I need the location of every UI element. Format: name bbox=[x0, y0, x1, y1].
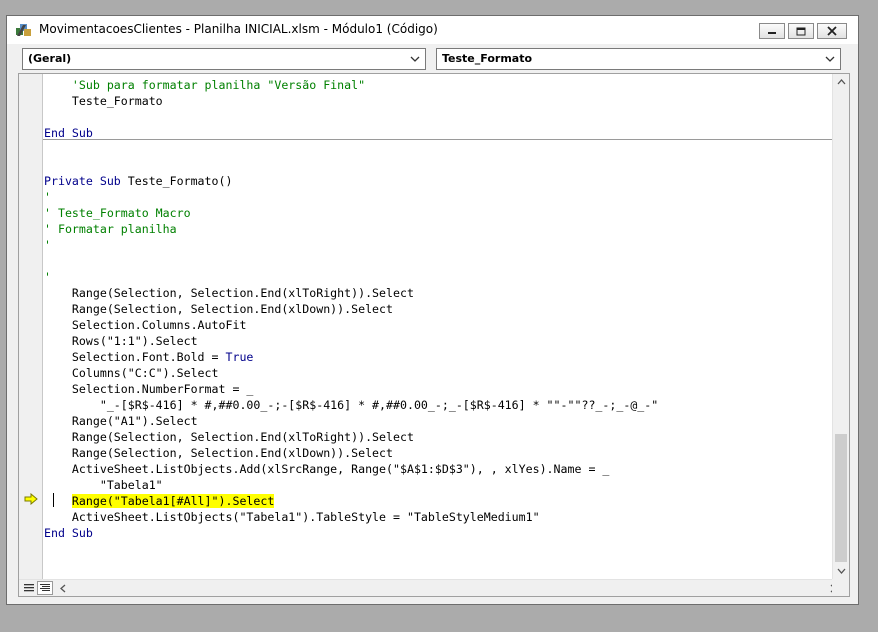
comment-token: ' bbox=[44, 270, 51, 284]
comment-token: 'Sub para formatar planilha "Versão Fina… bbox=[71, 78, 366, 92]
code-token: Selection.Columns.AutoFit bbox=[44, 318, 247, 332]
highlighted-statement: Range("Tabela1[#All]").Select bbox=[71, 494, 275, 508]
code-line[interactable]: ' Formatar planilha bbox=[44, 221, 177, 237]
comment-token: ' bbox=[44, 190, 51, 204]
vba-module-icon bbox=[16, 24, 31, 36]
horizontal-scroll-track[interactable] bbox=[74, 583, 804, 592]
chevron-down-icon[interactable] bbox=[822, 51, 838, 67]
minimize-icon bbox=[768, 32, 776, 34]
code-line[interactable]: ActiveSheet.ListObjects.Add(xlSrcRange, … bbox=[44, 461, 609, 477]
code-token: "_-[$R$-416] * #,##0.00_-;-[$R$-416] * #… bbox=[44, 398, 659, 412]
code-line[interactable]: Selection.NumberFormat = _ bbox=[44, 381, 254, 397]
code-line[interactable]: ActiveSheet.ListObjects("Tabela1").Table… bbox=[44, 509, 540, 525]
window-title: MovimentacoesClientes - Planilha INICIAL… bbox=[39, 22, 438, 36]
code-line[interactable]: "_-[$R$-416] * #,##0.00_-;-[$R$-416] * #… bbox=[44, 397, 658, 413]
scroll-down-icon[interactable] bbox=[833, 563, 849, 579]
text-caret bbox=[53, 493, 54, 507]
code-line[interactable]: ' bbox=[44, 237, 51, 253]
code-token: Rows("1:1").Select bbox=[44, 334, 198, 348]
keyword-token: End Sub bbox=[44, 526, 93, 540]
code-token: Teste_Formato bbox=[44, 94, 163, 108]
procedure-view-icon[interactable] bbox=[21, 581, 37, 595]
code-line[interactable]: Range(Selection, Selection.End(xlToRight… bbox=[44, 285, 414, 301]
procedure-combo[interactable]: Teste_Formato bbox=[436, 48, 841, 70]
comment-token: ' bbox=[44, 238, 51, 252]
comment-token: ' Teste_Formato Macro bbox=[44, 206, 191, 220]
code-line[interactable]: 'Sub para formatar planilha "Versão Fina… bbox=[44, 77, 365, 93]
code-line[interactable]: Range(Selection, Selection.End(xlDown)).… bbox=[44, 445, 393, 461]
code-token: Range(Selection, Selection.End(xlToRight… bbox=[44, 286, 414, 300]
keyword-token: End Sub bbox=[44, 126, 93, 140]
code-token: Range(Selection, Selection.End(xlDown)).… bbox=[44, 302, 394, 316]
code-line[interactable]: Teste_Formato bbox=[44, 93, 163, 109]
scrollbar-corner bbox=[832, 579, 849, 596]
code-line[interactable]: ' bbox=[44, 269, 51, 285]
maximize-button[interactable] bbox=[788, 23, 814, 39]
full-module-view-icon[interactable] bbox=[37, 581, 53, 595]
code-token: Teste_Formato() bbox=[120, 174, 233, 188]
comment-token: ' Formatar planilha bbox=[44, 222, 177, 236]
code-token: ActiveSheet.ListObjects.Add(xlSrcRange, … bbox=[44, 462, 610, 476]
procedure-separator bbox=[43, 139, 832, 140]
vba-code-window: MovimentacoesClientes - Planilha INICIAL… bbox=[6, 15, 859, 605]
code-token: Columns("C:C").Select bbox=[44, 366, 219, 380]
title-bar[interactable]: MovimentacoesClientes - Planilha INICIAL… bbox=[7, 16, 858, 44]
object-combo-value: (Geral) bbox=[28, 52, 72, 65]
scroll-up-icon[interactable] bbox=[833, 74, 849, 90]
vertical-scroll-thumb[interactable] bbox=[835, 434, 847, 562]
code-text-area[interactable]: 'Sub para formatar planilha "Versão Fina… bbox=[44, 74, 834, 579]
code-line[interactable]: ' Teste_Formato Macro bbox=[44, 205, 191, 221]
code-line[interactable]: Range(Selection, Selection.End(xlDown)).… bbox=[44, 301, 393, 317]
code-line[interactable]: Columns("C:C").Select bbox=[44, 365, 219, 381]
horizontal-scrollbar[interactable] bbox=[19, 579, 849, 596]
code-line[interactable]: End Sub bbox=[44, 525, 93, 541]
close-icon bbox=[827, 26, 837, 36]
minimize-button[interactable] bbox=[759, 23, 785, 39]
code-line[interactable]: Range(Selection, Selection.End(xlToRight… bbox=[44, 429, 414, 445]
scroll-left-icon[interactable] bbox=[55, 581, 71, 595]
code-line[interactable]: "Tabela1" bbox=[44, 477, 163, 493]
code-line[interactable]: ' bbox=[44, 189, 51, 205]
code-token: Selection.NumberFormat = _ bbox=[44, 382, 254, 396]
chevron-down-icon[interactable] bbox=[407, 51, 423, 67]
code-line[interactable]: Selection.Columns.AutoFit bbox=[44, 317, 247, 333]
keyword-token: True bbox=[225, 350, 254, 364]
code-token: "Tabela1" bbox=[44, 478, 163, 492]
close-button[interactable] bbox=[817, 23, 847, 39]
code-line[interactable]: Private Sub Teste_Formato() bbox=[44, 173, 232, 189]
maximize-icon bbox=[796, 27, 806, 35]
code-token: ActiveSheet.ListObjects("Tabela1").Table… bbox=[44, 510, 540, 524]
object-combo[interactable]: (Geral) bbox=[22, 48, 426, 70]
code-line[interactable]: Range("A1").Select bbox=[44, 413, 198, 429]
procedure-combo-value: Teste_Formato bbox=[442, 52, 533, 65]
execution-point-arrow-icon bbox=[24, 493, 38, 505]
code-line[interactable]: Range("Tabela1[#All]").Select bbox=[44, 493, 275, 509]
code-token: Range(Selection, Selection.End(xlDown)).… bbox=[44, 446, 394, 460]
code-editor[interactable]: 'Sub para formatar planilha "Versão Fina… bbox=[18, 73, 850, 597]
vertical-scrollbar[interactable] bbox=[832, 74, 849, 579]
code-token: Range("A1").Select bbox=[44, 414, 198, 428]
code-line[interactable]: Rows("1:1").Select bbox=[44, 333, 198, 349]
keyword-token: Private Sub bbox=[44, 174, 121, 188]
code-token: Selection.Font.Bold = bbox=[44, 350, 226, 364]
code-line[interactable]: Selection.Font.Bold = True bbox=[44, 349, 254, 365]
code-token: Range(Selection, Selection.End(xlToRight… bbox=[44, 430, 414, 444]
